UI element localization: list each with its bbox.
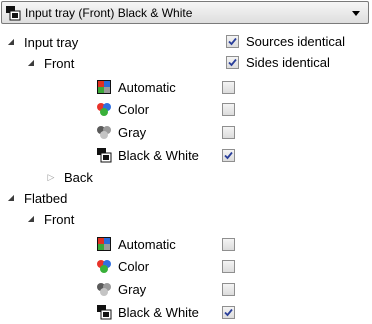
automatic-checkbox[interactable] [222, 81, 235, 94]
automatic-icon [96, 236, 112, 252]
black-white-icon [96, 304, 112, 320]
sources-identical-checkbox[interactable] [226, 35, 239, 48]
chevron-down-icon[interactable] [352, 11, 360, 16]
tree-node-flatbed-front[interactable]: ◢ Front [26, 209, 74, 229]
automatic-icon [96, 79, 112, 95]
sides-identical-checkbox[interactable] [226, 56, 239, 69]
color-checkbox[interactable] [222, 103, 235, 116]
tree-item-automatic[interactable]: Automatic [96, 234, 176, 254]
tree-item-automatic[interactable]: Automatic [96, 77, 176, 97]
black-white-icon [5, 5, 21, 21]
tree-item-black-white[interactable]: Black & White [96, 302, 199, 322]
gray-icon [96, 124, 112, 140]
tree-item-color[interactable]: Color [96, 256, 149, 276]
gray-icon [96, 281, 112, 297]
sides-identical-label: Sides identical [246, 55, 330, 70]
tree-item-color[interactable]: Color [96, 99, 149, 119]
expanded-arrow-icon[interactable]: ◢ [26, 214, 36, 224]
tree-item-gray[interactable]: Gray [96, 279, 146, 299]
black-white-checkbox[interactable] [222, 149, 235, 162]
expanded-arrow-icon[interactable]: ◢ [6, 37, 16, 47]
black-white-checkbox[interactable] [222, 306, 235, 319]
gray-checkbox[interactable] [222, 283, 235, 296]
sources-identical-label: Sources identical [246, 34, 345, 49]
color-icon [96, 101, 112, 117]
tree-node-back[interactable]: ▷ Back [46, 167, 93, 187]
expanded-arrow-icon[interactable]: ◢ [26, 58, 36, 68]
automatic-checkbox[interactable] [222, 238, 235, 251]
tree-node-input-tray[interactable]: ◢ Input tray [6, 32, 78, 52]
black-white-icon [96, 147, 112, 163]
expanded-arrow-icon[interactable]: ◢ [6, 193, 16, 203]
gray-checkbox[interactable] [222, 126, 235, 139]
tree-node-input-tray-front[interactable]: ◢ Front [26, 53, 74, 73]
tree-item-black-white[interactable]: Black & White [96, 145, 199, 165]
collapsed-arrow-icon[interactable]: ▷ [46, 172, 56, 182]
color-checkbox[interactable] [222, 260, 235, 273]
color-icon [96, 258, 112, 274]
mode-dropdown[interactable]: Input tray (Front) Black & White [1, 1, 369, 24]
tree-item-gray[interactable]: Gray [96, 122, 146, 142]
tree-node-flatbed[interactable]: ◢ Flatbed [6, 188, 67, 208]
dropdown-selected-value: Input tray (Front) Black & White [25, 5, 193, 20]
